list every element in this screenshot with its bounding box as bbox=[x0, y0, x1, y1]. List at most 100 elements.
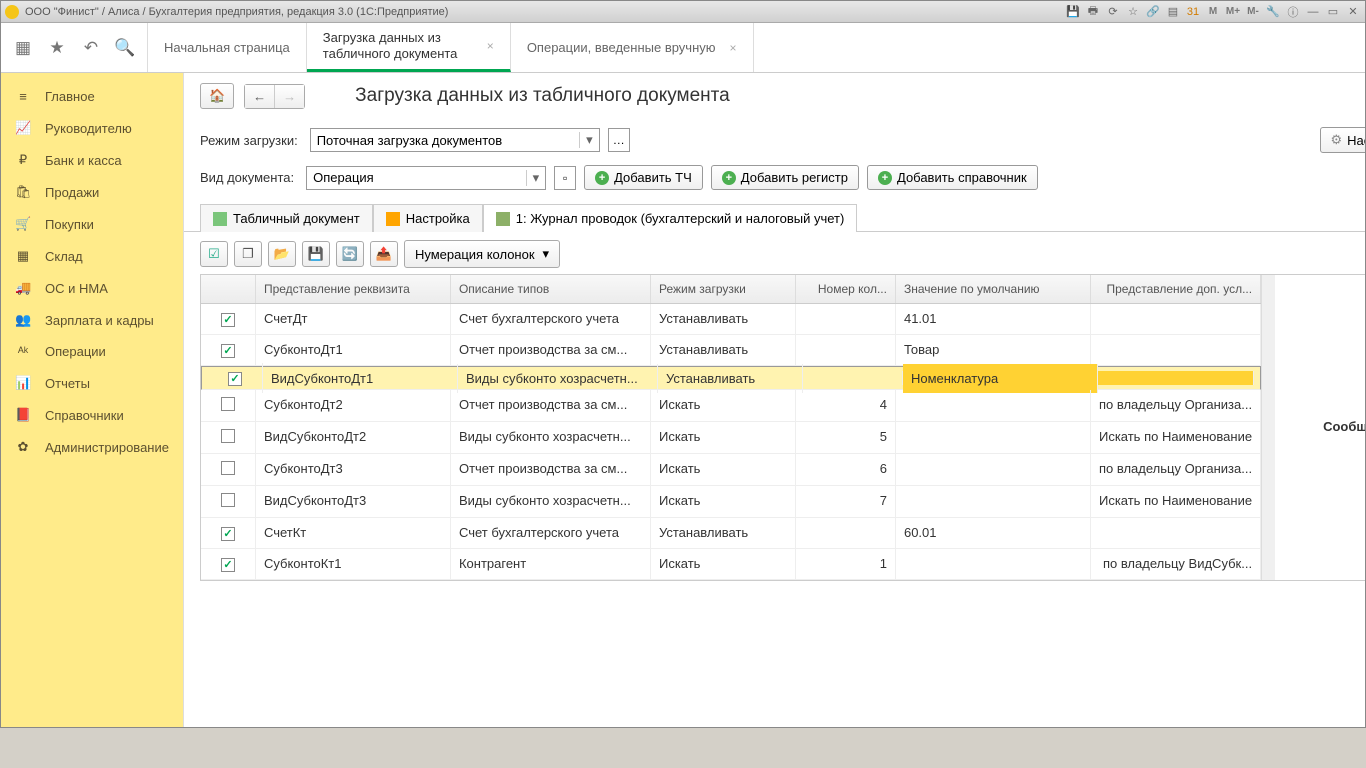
add-directory-button[interactable]: +Добавить справочник bbox=[867, 165, 1038, 190]
sidebar-item-7[interactable]: 👥Зарплата и кадры bbox=[1, 304, 183, 336]
sidebar-item-6[interactable]: 🚚 ОС и НМА bbox=[1, 272, 183, 304]
row-checkbox[interactable]: ✓ bbox=[221, 527, 235, 541]
tab-start[interactable]: Начальная страница bbox=[148, 23, 307, 72]
sidebar-item-4[interactable]: 🛒Покупки bbox=[1, 208, 183, 240]
row-checkbox[interactable]: ✓ bbox=[221, 344, 235, 358]
add-register-button[interactable]: +Добавить регистр bbox=[711, 165, 859, 190]
col-condition[interactable]: Представление доп. усл... bbox=[1091, 275, 1261, 303]
sidebar-item-0[interactable]: ≡Главное bbox=[1, 81, 183, 112]
calc-icon[interactable]: ▤ bbox=[1165, 4, 1181, 20]
doc-select[interactable]: Операция ▾ bbox=[306, 166, 546, 190]
col-requisite[interactable]: Представление реквизита bbox=[256, 275, 451, 303]
maximize-icon[interactable]: ▭ bbox=[1325, 4, 1341, 20]
add-tch-button[interactable]: +Добавить ТЧ bbox=[584, 165, 703, 190]
row-checkbox[interactable]: ✓ bbox=[221, 558, 235, 572]
cell-mode: Искать bbox=[651, 422, 796, 453]
calendar-icon[interactable]: 31 bbox=[1185, 4, 1201, 20]
plus-icon: + bbox=[595, 171, 609, 185]
cell-types: Отчет производства за см... bbox=[451, 390, 651, 421]
col-default[interactable]: Значение по умолчанию bbox=[896, 275, 1091, 303]
open-button[interactable]: 📂 bbox=[268, 241, 296, 267]
cell-mode: Искать bbox=[651, 486, 796, 517]
sidebar-item-5[interactable]: ▦Склад bbox=[1, 240, 183, 272]
apps-icon[interactable]: ▦ bbox=[13, 38, 33, 58]
row-checkbox[interactable] bbox=[221, 397, 235, 411]
home-button[interactable]: 🏠 bbox=[200, 83, 234, 109]
table-row[interactable]: ✓ВидСубконтоДт1Виды субконто хозрасчетн.… bbox=[201, 366, 1261, 390]
subtab-document[interactable]: Табличный документ bbox=[200, 204, 373, 232]
mode-dialog-button[interactable]: … bbox=[608, 128, 630, 152]
table-row[interactable]: СубконтоДт2Отчет производства за см...Ис… bbox=[201, 390, 1261, 422]
sidebar-icon: 📕 bbox=[15, 407, 31, 423]
sidebar-item-3[interactable]: 🛍Продажи bbox=[1, 176, 183, 208]
cell-requisite: СубконтоДт1 bbox=[256, 335, 451, 365]
favorite-icon[interactable]: ★ bbox=[47, 38, 67, 58]
forward-button[interactable]: → bbox=[275, 85, 304, 108]
table-row[interactable]: ✓СчетКтСчет бухгалтерского учетаУстанавл… bbox=[201, 518, 1261, 549]
back-button[interactable]: ← bbox=[245, 85, 275, 108]
cell-number: 4 bbox=[796, 390, 896, 421]
sidebar-label: Руководителю bbox=[45, 121, 132, 136]
refresh-icon[interactable]: ⟳ bbox=[1105, 4, 1121, 20]
tab-operations[interactable]: Операции, введенные вручную × bbox=[511, 23, 754, 72]
column-numbering-button[interactable]: Нумерация колонок▾ bbox=[404, 240, 560, 268]
cell-number: 7 bbox=[796, 486, 896, 517]
settings-button[interactable]: ⚙Настройка bbox=[1320, 127, 1366, 153]
row-checkbox[interactable] bbox=[221, 493, 235, 507]
table-row[interactable]: ВидСубконтоДт2Виды субконто хозрасчетн..… bbox=[201, 422, 1261, 454]
row-checkbox[interactable]: ✓ bbox=[228, 372, 242, 386]
cell-condition: по владельцу Организа... bbox=[1091, 390, 1261, 421]
table-row[interactable]: ВидСубконтоДт3Виды субконто хозрасчетн..… bbox=[201, 486, 1261, 518]
subtab-settings[interactable]: Настройка bbox=[373, 204, 483, 232]
wrench-icon[interactable]: 🔧 bbox=[1265, 4, 1281, 20]
sidebar-item-2[interactable]: ₽Банк и касса bbox=[1, 144, 183, 176]
mminus-button[interactable]: M- bbox=[1245, 4, 1261, 20]
mode-select[interactable]: Поточная загрузка документов ▾ bbox=[310, 128, 600, 152]
doc-open-button[interactable]: ▫ bbox=[554, 166, 576, 190]
row-checkbox[interactable] bbox=[221, 429, 235, 443]
sidebar-item-9[interactable]: 📊Отчеты bbox=[1, 367, 183, 399]
table-row[interactable]: ✓СубконтоДт1Отчет производства за см...У… bbox=[201, 335, 1261, 366]
m-button[interactable]: M bbox=[1205, 4, 1221, 20]
tab-close-icon[interactable]: × bbox=[487, 39, 494, 53]
minimize-icon[interactable]: — bbox=[1305, 4, 1321, 20]
copy-button[interactable]: ❐ bbox=[234, 241, 262, 267]
export-button[interactable]: 📤 bbox=[370, 241, 398, 267]
cell-mode: Искать bbox=[651, 549, 796, 579]
tab-close-icon[interactable]: × bbox=[730, 41, 737, 55]
sidebar-label: ОС и НМА bbox=[45, 281, 108, 296]
close-icon[interactable]: ✕ bbox=[1345, 4, 1361, 20]
row-checkbox[interactable] bbox=[221, 461, 235, 475]
table-row[interactable]: ✓СубконтоКт1КонтрагентИскать1по владельц… bbox=[201, 549, 1261, 580]
cell-requisite: СубконтоДт2 bbox=[256, 390, 451, 421]
tab-load-data[interactable]: Загрузка данных из табличного документа … bbox=[307, 23, 511, 72]
subtab-journal[interactable]: 1: Журнал проводок (бухгалтерский и нало… bbox=[483, 204, 858, 232]
cell-default: Товар bbox=[896, 335, 1091, 365]
save-icon[interactable]: 💾 bbox=[1065, 4, 1081, 20]
star-icon[interactable]: ☆ bbox=[1125, 4, 1141, 20]
print-icon[interactable]: 🖶 bbox=[1085, 4, 1101, 20]
table-row[interactable]: ✓СчетДтСчет бухгалтерского учетаУстанавл… bbox=[201, 304, 1261, 335]
sidebar-item-10[interactable]: 📕Справочники bbox=[1, 399, 183, 431]
col-types[interactable]: Описание типов bbox=[451, 275, 651, 303]
row-checkbox[interactable]: ✓ bbox=[221, 313, 235, 327]
table-row[interactable]: СубконтоДт3Отчет производства за см...Ис… bbox=[201, 454, 1261, 486]
cell-types: Счет бухгалтерского учета bbox=[451, 518, 651, 548]
reload-button[interactable]: 🔄 bbox=[336, 241, 364, 267]
search-icon[interactable]: 🔍 bbox=[115, 38, 135, 58]
cell-number bbox=[796, 335, 896, 365]
col-number[interactable]: Номер кол... bbox=[796, 275, 896, 303]
cell-number: 5 bbox=[796, 422, 896, 453]
mplus-button[interactable]: M+ bbox=[1225, 4, 1241, 20]
col-mode[interactable]: Режим загрузки bbox=[651, 275, 796, 303]
save-button[interactable]: 💾 bbox=[302, 241, 330, 267]
sidebar-icon: 🚚 bbox=[15, 280, 31, 296]
sidebar-item-11[interactable]: ✿Администрирование bbox=[1, 431, 183, 463]
table-scrollbar[interactable] bbox=[1261, 275, 1275, 580]
info-icon[interactable]: ⓘ bbox=[1285, 4, 1301, 20]
link-icon[interactable]: 🔗 bbox=[1145, 4, 1161, 20]
sidebar-item-1[interactable]: 📈Руководителю bbox=[1, 112, 183, 144]
check-all-button[interactable]: ☑ bbox=[200, 241, 228, 267]
sidebar-item-8[interactable]: ᴬᵏОперации bbox=[1, 336, 183, 367]
history-icon[interactable]: ↶ bbox=[81, 38, 101, 58]
